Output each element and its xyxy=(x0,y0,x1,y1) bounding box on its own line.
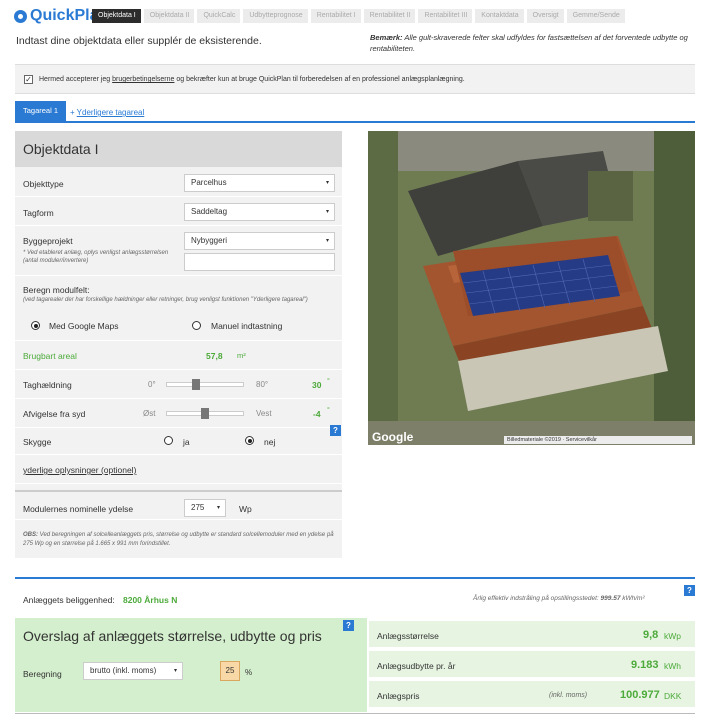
haeldning-row: Taghældning 0° 80° 30 ° xyxy=(15,370,342,399)
divider xyxy=(15,577,695,579)
skygge-row: Skygge ja nej ? xyxy=(15,425,342,455)
radio-google-maps[interactable] xyxy=(31,321,40,330)
ydelse-select[interactable]: 275 ▾ xyxy=(184,499,226,517)
caret-down-icon: ▾ xyxy=(325,209,329,215)
step-rentabilitet-3[interactable]: Rentabilitet III xyxy=(418,9,473,23)
irradiation: Årlig effektiv indstråling på opstilling… xyxy=(473,595,645,602)
radio-skygge-ja[interactable] xyxy=(164,436,173,445)
step-objektdata-1[interactable]: Objektdata I xyxy=(92,9,141,23)
more-info-row: yderlige oplysninger (optionel) xyxy=(15,455,342,484)
step-objektdata-2[interactable]: Objektdata II xyxy=(143,9,195,23)
google-logo: Google xyxy=(372,430,414,444)
caret-down-icon: ▾ xyxy=(325,238,329,244)
summary-left: Overslag af anlæggets størrelse, udbytte… xyxy=(15,618,367,712)
map-attribution: Billedmateriale ©2019 · Servicevilkår xyxy=(504,436,692,444)
afvigelse-slider[interactable] xyxy=(166,408,244,419)
beregning-select[interactable]: brutto (inkl. moms) ▾ xyxy=(83,662,183,680)
areal-row: Brugbart areal 57,8 m² xyxy=(15,341,342,370)
add-roof-tab[interactable]: + Yderligere tagareal xyxy=(70,108,144,117)
plus-icon: + xyxy=(70,108,75,117)
location-row: Anlæggets beliggenhed: 8200 Århus N Årli… xyxy=(15,585,695,610)
roof-tabs: Tagareal 1 + Yderligere tagareal xyxy=(15,101,695,123)
modulfelt-hint: (ved tagarealer der har forskellige hæld… xyxy=(23,297,308,303)
step-oversigt[interactable]: Oversigt xyxy=(526,9,564,23)
byggeprojekt-select[interactable]: Nybyggeri ▾ xyxy=(184,232,335,250)
objekttype-row: Objekttype Parcelhus ▾ xyxy=(15,169,342,197)
slider-thumb[interactable] xyxy=(201,408,209,419)
panel-title: Objektdata I xyxy=(15,131,342,167)
module-count-input[interactable] xyxy=(184,253,335,271)
moms-input[interactable]: 25 xyxy=(220,661,240,681)
help-icon[interactable]: ? xyxy=(343,620,354,631)
terms-text: Hermed accepterer jeg brugerbetingelsern… xyxy=(39,76,465,83)
haeldning-slider[interactable] xyxy=(166,379,244,390)
satellite-map[interactable]: Google Billedmateriale ©2019 · Servicevi… xyxy=(368,131,695,445)
step-quickcalc[interactable]: QuickCalc xyxy=(197,9,241,23)
summary-section: Overslag af anlæggets størrelse, udbytte… xyxy=(15,618,695,712)
intro-text: Indtast dine objektdata eller supplér de… xyxy=(16,35,262,47)
modulfelt-row: Beregn modulfelt: (ved tagarealer der ha… xyxy=(15,276,342,341)
step-rentabilitet-2[interactable]: Rentabilitet II xyxy=(363,9,416,23)
satellite-image xyxy=(368,131,695,445)
result-row: Anlægspris (inkl. moms) 100.977 DKK xyxy=(369,681,695,709)
divider xyxy=(15,713,695,714)
step-rentabilitet-1[interactable]: Rentabilitet I xyxy=(310,9,361,23)
ydelse-row: Modulernes nominelle ydelse 275 ▾ Wp xyxy=(15,490,342,520)
step-udbytteprognose[interactable]: Udbytteprognose xyxy=(243,9,308,23)
caret-down-icon: ▾ xyxy=(173,668,177,674)
caret-down-icon: ▾ xyxy=(325,180,329,186)
slider-thumb[interactable] xyxy=(192,379,200,390)
result-row: Anlægsstørrelse 9,8 kWp xyxy=(369,621,695,649)
tagform-select[interactable]: Saddeltag ▾ xyxy=(184,203,335,221)
summary-right: Anlægsstørrelse 9,8 kWp Anlægsudbytte pr… xyxy=(369,618,695,712)
result-row: Anlægsudbytte pr. år 9.183 kWh xyxy=(369,651,695,679)
summary-title: Overslag af anlæggets størrelse, udbytte… xyxy=(23,628,322,644)
step-kontaktdata[interactable]: Kontaktdata xyxy=(475,9,524,23)
help-icon[interactable]: ? xyxy=(330,425,341,436)
byggeprojekt-row: Byggeprojekt Nybyggeri ▾ * Ved etableret … xyxy=(15,226,342,276)
step-navigation: Objektdata I Objektdata II QuickCalc Udb… xyxy=(92,9,625,23)
byggeprojekt-hint: * Ved etableret anlæg, oplys venligst an… xyxy=(23,250,169,264)
radio-skygge-nej[interactable] xyxy=(245,436,254,445)
step-gemme-sende[interactable]: Gemme/Sende xyxy=(566,9,625,23)
afvigelse-row: Afvigelse fra syd Øst Vest -4 ° xyxy=(15,399,342,428)
objekttype-select[interactable]: Parcelhus ▾ xyxy=(184,174,335,192)
radio-manual[interactable] xyxy=(192,321,201,330)
more-info-link[interactable]: yderlige oplysninger (optionel) xyxy=(23,465,136,475)
location-value: 8200 Århus N xyxy=(123,595,178,605)
tagform-row: Tagform Saddeltag ▾ xyxy=(15,197,342,226)
terms-checkbox[interactable]: ✓ xyxy=(24,75,33,84)
terms-link[interactable]: brugerbetingelserne xyxy=(112,76,174,83)
note-text: Bemærk: Alle gult-skraverede felter skal… xyxy=(370,33,688,53)
object-data-panel: Objektdata I Objekttype Parcelhus ▾ Tagfo… xyxy=(15,131,342,558)
sun-icon xyxy=(14,9,27,23)
obs-note: OBS: Ved beregningen af solcelleanlægget… xyxy=(23,532,334,547)
help-icon[interactable]: ? xyxy=(684,585,695,596)
caret-down-icon: ▾ xyxy=(216,505,220,511)
terms-agreement: ✓ Hermed accepterer jeg brugerbetingelse… xyxy=(15,64,695,94)
areal-value: 57,8 xyxy=(206,351,223,361)
tab-tagareal-1[interactable]: Tagareal 1 xyxy=(15,101,66,123)
